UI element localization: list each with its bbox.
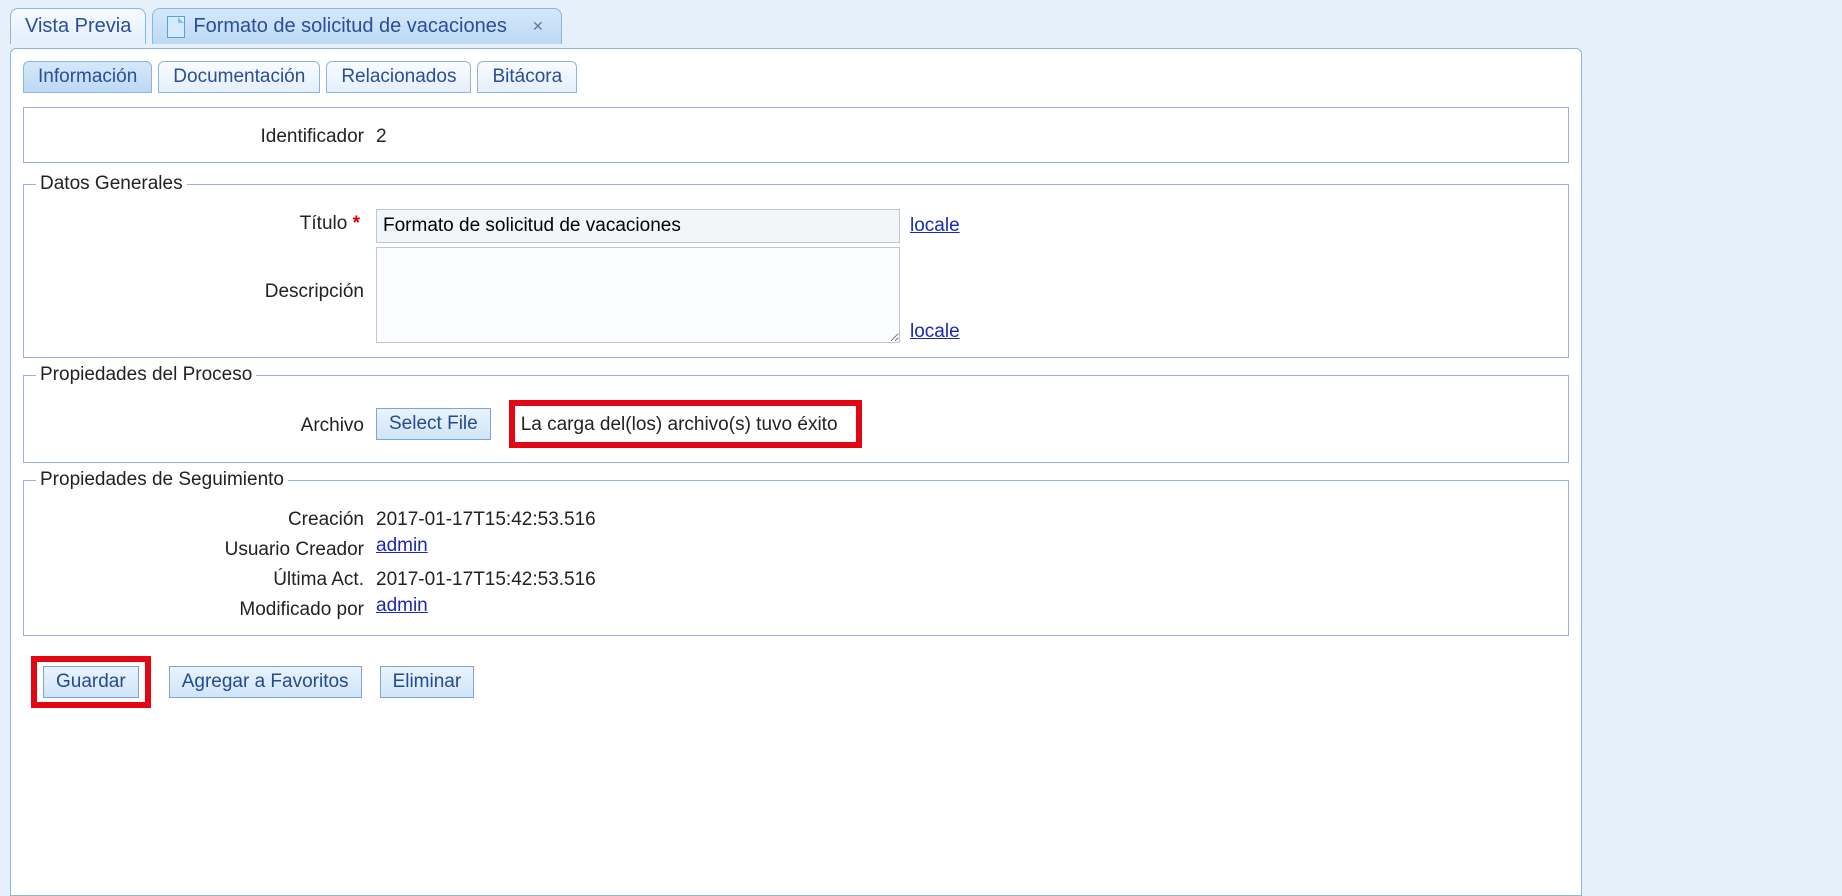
fieldset-process: Propiedades del Proceso Archivo Select F…: [23, 364, 1569, 463]
action-bar: Guardar Agregar a Favoritos Eliminar: [23, 650, 1569, 714]
title-label-text: Título: [300, 213, 348, 234]
content-panel: Información Documentación Relacionados B…: [10, 48, 1582, 896]
inner-tabstrip: Información Documentación Relacionados B…: [23, 61, 1569, 93]
modby-label: Modificado por: [36, 595, 376, 621]
legend-tracking: Propiedades de Seguimiento: [36, 469, 288, 491]
legend-process: Propiedades del Proceso: [36, 364, 256, 386]
creator-label: Usuario Creador: [36, 535, 376, 561]
locale-link-desc[interactable]: locale: [910, 321, 960, 343]
tab-document-label: Formato de solicitud de vacaciones: [193, 15, 507, 38]
file-label: Archivo: [36, 411, 376, 437]
outer-tabstrip: Vista Previa Formato de solicitud de vac…: [0, 0, 1842, 44]
save-button[interactable]: Guardar: [43, 666, 139, 698]
title-input[interactable]: [376, 209, 900, 243]
upload-status-text: La carga del(los) archivo(s) tuvo éxito: [521, 414, 838, 435]
created-label: Creación: [36, 505, 376, 531]
tab-log[interactable]: Bitácora: [477, 61, 577, 93]
tab-related[interactable]: Relacionados: [326, 61, 471, 93]
title-label: Título *: [36, 209, 376, 235]
tab-docs-label: Documentación: [173, 66, 305, 87]
tab-info[interactable]: Información: [23, 61, 152, 93]
select-file-button[interactable]: Select File: [376, 408, 491, 440]
creator-link[interactable]: admin: [376, 535, 428, 557]
identifier-value: 2: [376, 122, 387, 148]
tab-preview-label: Vista Previa: [25, 15, 131, 38]
identifier-box: Identificador 2: [23, 107, 1569, 163]
legend-general: Datos Generales: [36, 173, 187, 195]
fieldset-general: Datos Generales Título * locale Descripc…: [23, 173, 1569, 358]
tab-preview[interactable]: Vista Previa: [10, 8, 146, 44]
workspace: Vista Previa Formato de solicitud de vac…: [0, 0, 1842, 896]
tab-document[interactable]: Formato de solicitud de vacaciones ✕: [152, 8, 562, 44]
upload-status-highlight: La carga del(los) archivo(s) tuvo éxito: [509, 400, 862, 448]
close-icon[interactable]: ✕: [529, 18, 547, 36]
updated-value: 2017-01-17T15:42:53.516: [376, 565, 596, 591]
document-icon: [167, 16, 185, 38]
updated-label: Última Act.: [36, 565, 376, 591]
desc-label: Descripción: [36, 247, 376, 303]
tab-related-label: Relacionados: [341, 66, 456, 87]
tab-log-label: Bitácora: [492, 66, 562, 87]
save-highlight: Guardar: [31, 656, 151, 708]
tab-docs[interactable]: Documentación: [158, 61, 320, 93]
identifier-label: Identificador: [36, 122, 376, 148]
fieldset-tracking: Propiedades de Seguimiento Creación 2017…: [23, 469, 1569, 636]
desc-textarea[interactable]: [376, 247, 900, 343]
locale-link-title[interactable]: locale: [910, 215, 960, 237]
delete-button[interactable]: Eliminar: [380, 666, 475, 698]
required-icon: *: [353, 213, 360, 234]
created-value: 2017-01-17T15:42:53.516: [376, 505, 596, 531]
favorite-button[interactable]: Agregar a Favoritos: [169, 666, 362, 698]
tab-info-label: Información: [38, 66, 137, 87]
modby-link[interactable]: admin: [376, 595, 428, 617]
